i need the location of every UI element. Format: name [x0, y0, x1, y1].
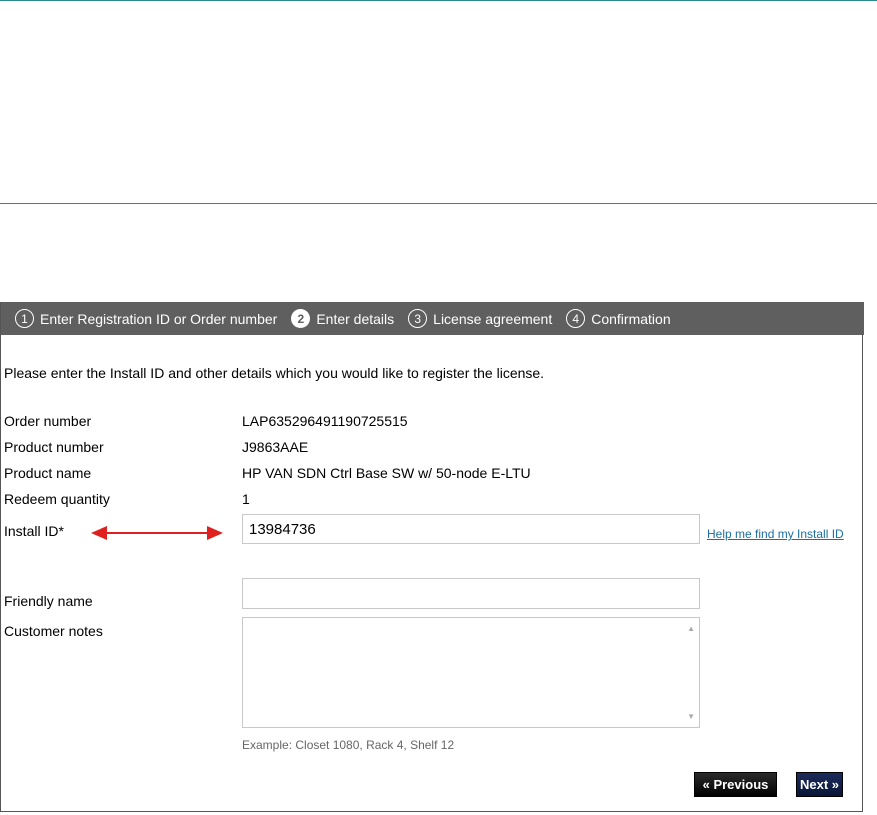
step-3-label: License agreement	[433, 310, 553, 327]
install-id-input[interactable]	[242, 514, 700, 544]
registration-panel: 1 Enter Registration ID or Order number …	[0, 302, 864, 812]
annotation-double-arrow-icon	[91, 526, 223, 540]
friendly-name-label: Friendly name	[4, 593, 93, 609]
order-number-label: Order number	[4, 413, 92, 429]
step-1-label: Enter Registration ID or Order number	[40, 310, 278, 327]
friendly-name-input[interactable]	[242, 578, 700, 609]
instructions-text: Please enter the Install ID and other de…	[4, 365, 545, 381]
help-find-install-id-link[interactable]: Help me find my Install ID	[707, 527, 844, 541]
step-4-number-icon: 4	[566, 309, 586, 328]
scroll-up-arrow-icon[interactable]: ▲	[687, 624, 695, 633]
step-1-number-icon: 1	[15, 309, 34, 328]
step-4-label: Confirmation	[591, 310, 671, 327]
top-divider	[0, 0, 877, 1]
customer-notes-textarea[interactable]: ▲ ▼	[242, 617, 700, 728]
install-id-label: Install ID*	[4, 523, 64, 539]
product-name-label: Product name	[4, 465, 92, 481]
redeem-quantity-label: Redeem quantity	[4, 491, 110, 507]
redeem-quantity-value: 1	[242, 491, 250, 507]
scroll-down-arrow-icon[interactable]: ▼	[687, 712, 695, 721]
next-button[interactable]: Next »	[796, 772, 843, 797]
previous-button[interactable]: « Previous	[694, 772, 777, 797]
product-number-label: Product number	[4, 439, 104, 455]
section-divider	[0, 203, 877, 204]
customer-notes-label: Customer notes	[4, 623, 103, 639]
step-2-label: Enter details	[316, 310, 395, 327]
order-number-value: LAP635296491190725515	[242, 413, 408, 429]
product-name-value: HP VAN SDN Ctrl Base SW w/ 50-node E-LTU	[242, 465, 531, 481]
step-3: 3 License agreement	[408, 309, 552, 328]
step-progress-bar: 1 Enter Registration ID or Order number …	[1, 302, 864, 335]
product-number-value: J9863AAE	[242, 439, 309, 455]
step-2: 2 Enter details	[291, 309, 394, 328]
step-2-number-icon: 2	[291, 309, 311, 328]
step-4: 4 Confirmation	[566, 309, 671, 328]
step-3-number-icon: 3	[408, 309, 428, 328]
step-1: 1 Enter Registration ID or Order number	[15, 309, 277, 328]
customer-notes-example: Example: Closet 1080, Rack 4, Shelf 12	[242, 738, 455, 752]
